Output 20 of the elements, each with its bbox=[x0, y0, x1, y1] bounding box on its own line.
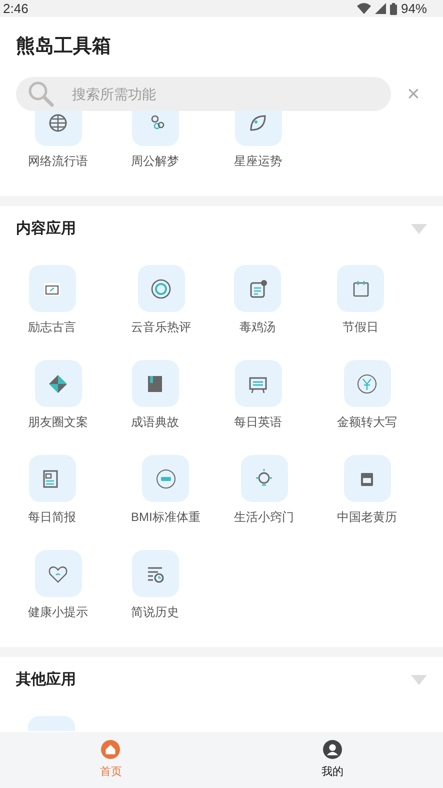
status-time: 2:46 bbox=[3, 0, 28, 17]
app-title: 熊岛工具箱 bbox=[16, 34, 111, 59]
search-icon bbox=[28, 81, 54, 107]
battery-percent: 94% bbox=[400, 0, 427, 17]
yen-coin-icon bbox=[355, 372, 379, 396]
user-icon bbox=[322, 740, 342, 759]
tool-item[interactable]: BMI标准体重 bbox=[131, 455, 200, 524]
tool-tile[interactable] bbox=[28, 716, 75, 731]
collapse-triangle-icon[interactable] bbox=[411, 224, 427, 234]
tool-item[interactable]: 网络流行语 bbox=[28, 111, 88, 168]
section-title: 其他应用 bbox=[16, 670, 76, 690]
search-field[interactable]: 搜索所需功能 bbox=[70, 82, 330, 106]
signal-icon bbox=[374, 3, 386, 14]
search-bar[interactable]: 搜索所需功能 bbox=[16, 77, 391, 111]
nav-tab[interactable]: 我的 bbox=[321, 740, 344, 780]
wifi-icon bbox=[356, 3, 371, 14]
collapse-triangle-icon[interactable] bbox=[411, 674, 427, 686]
home-icon bbox=[101, 740, 120, 759]
battery-icon bbox=[390, 2, 397, 14]
section-title: 内容应用 bbox=[16, 218, 76, 239]
